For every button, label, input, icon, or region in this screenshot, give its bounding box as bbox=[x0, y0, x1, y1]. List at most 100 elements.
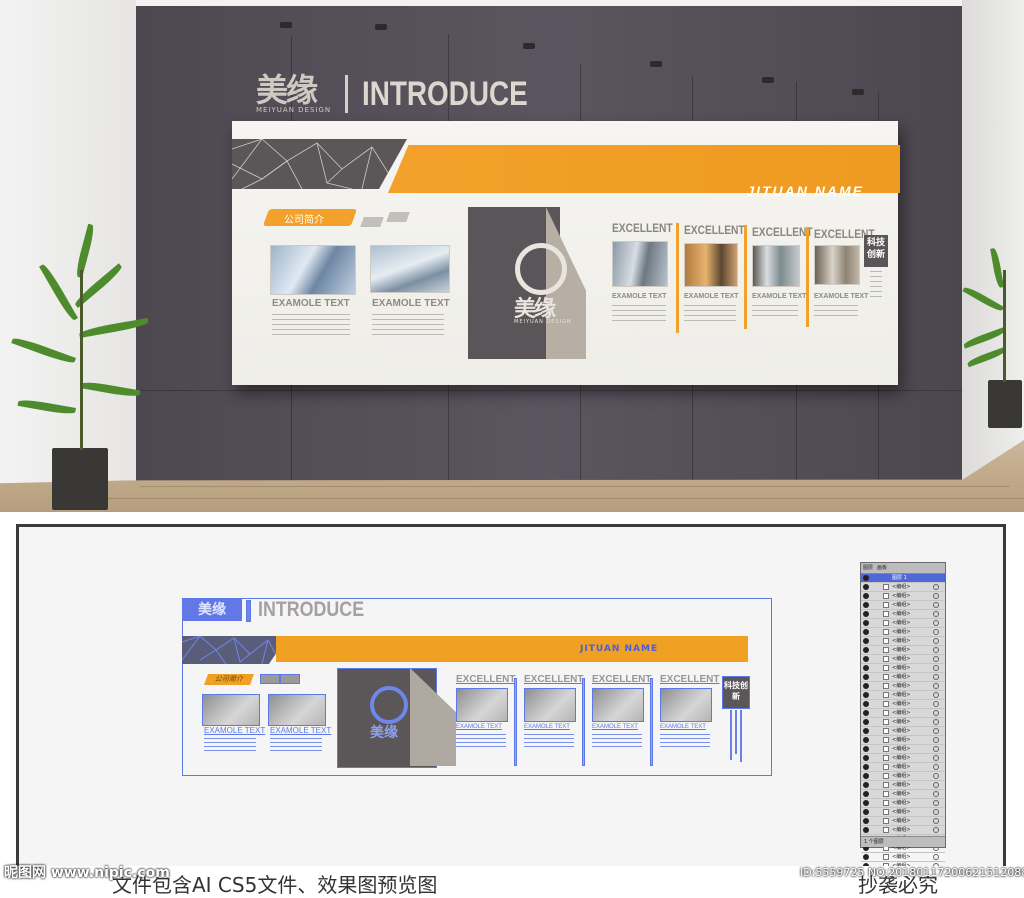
layer-row[interactable]: <编组> bbox=[861, 628, 945, 637]
visibility-eye-icon[interactable] bbox=[863, 647, 869, 653]
layer-row[interactable]: <编组> bbox=[861, 691, 945, 700]
layer-row[interactable]: <编组> bbox=[861, 763, 945, 772]
target-circle-icon[interactable] bbox=[933, 773, 939, 779]
target-circle-icon[interactable] bbox=[933, 674, 939, 680]
layer-row[interactable]: <编组> bbox=[861, 799, 945, 808]
target-circle-icon[interactable] bbox=[933, 737, 939, 743]
visibility-eye-icon[interactable] bbox=[863, 719, 869, 725]
target-circle-icon[interactable] bbox=[933, 629, 939, 635]
target-circle-icon[interactable] bbox=[933, 602, 939, 608]
visibility-eye-icon[interactable] bbox=[863, 818, 869, 824]
visibility-eye-icon[interactable] bbox=[863, 809, 869, 815]
layer-row[interactable]: <编组> bbox=[861, 619, 945, 628]
target-circle-icon[interactable] bbox=[933, 620, 939, 626]
layer-name: 图层 1 bbox=[892, 575, 907, 581]
layer-row[interactable]: <编组> bbox=[861, 682, 945, 691]
layer-row[interactable]: <编组> bbox=[861, 673, 945, 682]
layer-row-top[interactable]: 图层 1 bbox=[861, 574, 945, 583]
target-circle-icon[interactable] bbox=[933, 638, 939, 644]
layer-row[interactable]: <编组> bbox=[861, 637, 945, 646]
layer-row[interactable]: <编组> bbox=[861, 601, 945, 610]
layer-row[interactable]: <编组> bbox=[861, 808, 945, 817]
layer-name: <编组> bbox=[892, 800, 911, 806]
visibility-eye-icon[interactable] bbox=[863, 683, 869, 689]
layer-row[interactable]: <编组> bbox=[861, 826, 945, 835]
target-circle-icon[interactable] bbox=[933, 728, 939, 734]
layer-row[interactable]: <编组> bbox=[861, 772, 945, 781]
visibility-eye-icon[interactable] bbox=[863, 755, 869, 761]
visibility-eye-icon[interactable] bbox=[863, 728, 869, 734]
layer-row[interactable]: <编组> bbox=[861, 592, 945, 601]
visibility-eye-icon[interactable] bbox=[863, 656, 869, 662]
target-circle-icon[interactable] bbox=[933, 656, 939, 662]
layer-thumbnail bbox=[883, 728, 889, 734]
visibility-eye-icon[interactable] bbox=[863, 800, 869, 806]
layer-row[interactable]: <编组> bbox=[861, 727, 945, 736]
layer-row[interactable]: <编组> bbox=[861, 610, 945, 619]
visibility-eye-icon[interactable] bbox=[863, 701, 869, 707]
tab-layers[interactable]: 图层 bbox=[863, 563, 873, 573]
layer-row[interactable]: <编组> bbox=[861, 655, 945, 664]
layer-row[interactable]: <编组> bbox=[861, 790, 945, 799]
visibility-eye-icon[interactable] bbox=[863, 773, 869, 779]
visibility-eye-icon[interactable] bbox=[863, 593, 869, 599]
visibility-eye-icon[interactable] bbox=[863, 611, 869, 617]
visibility-eye-icon[interactable] bbox=[863, 782, 869, 788]
layer-name: <编组> bbox=[892, 602, 911, 608]
visibility-eye-icon[interactable] bbox=[863, 791, 869, 797]
visibility-eye-icon[interactable] bbox=[863, 629, 869, 635]
target-circle-icon[interactable] bbox=[933, 692, 939, 698]
visibility-eye-icon[interactable] bbox=[863, 584, 869, 590]
visibility-eye-icon[interactable] bbox=[863, 764, 869, 770]
layer-row[interactable]: <编组> bbox=[861, 718, 945, 727]
visibility-eye-icon[interactable] bbox=[863, 674, 869, 680]
target-circle-icon[interactable] bbox=[933, 701, 939, 707]
target-circle-icon[interactable] bbox=[933, 782, 939, 788]
layer-row[interactable]: <编组> bbox=[861, 736, 945, 745]
ceiling-light bbox=[852, 89, 864, 95]
target-circle-icon[interactable] bbox=[933, 710, 939, 716]
layer-row[interactable]: <编组> bbox=[861, 817, 945, 826]
visibility-eye-icon[interactable] bbox=[863, 827, 869, 833]
target-circle-icon[interactable] bbox=[933, 791, 939, 797]
excellent-title: EXCELLENT bbox=[752, 225, 813, 239]
target-circle-icon[interactable] bbox=[933, 611, 939, 617]
visibility-eye-icon[interactable] bbox=[863, 665, 869, 671]
layer-thumbnail bbox=[883, 638, 889, 644]
target-circle-icon[interactable] bbox=[933, 647, 939, 653]
target-circle-icon[interactable] bbox=[933, 746, 939, 752]
target-circle-icon[interactable] bbox=[933, 719, 939, 725]
target-circle-icon[interactable] bbox=[933, 827, 939, 833]
target-circle-icon[interactable] bbox=[933, 854, 939, 860]
layer-row[interactable]: <编组> bbox=[861, 853, 945, 862]
layer-row[interactable]: <编组> bbox=[861, 583, 945, 592]
visibility-eye-icon[interactable] bbox=[863, 710, 869, 716]
target-circle-icon[interactable] bbox=[933, 800, 939, 806]
visibility-eye-icon[interactable] bbox=[863, 638, 869, 644]
visibility-eye-icon[interactable] bbox=[863, 746, 869, 752]
target-circle-icon[interactable] bbox=[933, 755, 939, 761]
target-circle-icon[interactable] bbox=[933, 593, 939, 599]
layer-name: <编组> bbox=[892, 782, 911, 788]
visibility-eye-icon[interactable] bbox=[863, 737, 869, 743]
visibility-eye-icon[interactable] bbox=[863, 854, 869, 860]
target-circle-icon[interactable] bbox=[933, 818, 939, 824]
target-circle-icon[interactable] bbox=[933, 809, 939, 815]
visibility-eye-icon[interactable] bbox=[863, 692, 869, 698]
target-circle-icon[interactable] bbox=[933, 665, 939, 671]
target-circle-icon[interactable] bbox=[933, 584, 939, 590]
preview-tech-badge: 科技创新 bbox=[722, 676, 750, 709]
target-circle-icon[interactable] bbox=[933, 764, 939, 770]
visibility-eye-icon[interactable] bbox=[863, 602, 869, 608]
tab-artboards[interactable]: 画板 bbox=[877, 563, 887, 573]
layer-row[interactable]: <编组> bbox=[861, 709, 945, 718]
visibility-eye-icon[interactable] bbox=[863, 575, 869, 581]
layer-row[interactable]: <编组> bbox=[861, 646, 945, 655]
target-circle-icon[interactable] bbox=[933, 683, 939, 689]
visibility-eye-icon[interactable] bbox=[863, 620, 869, 626]
layer-row[interactable]: <编组> bbox=[861, 781, 945, 790]
layer-row[interactable]: <编组> bbox=[861, 700, 945, 709]
layer-row[interactable]: <编组> bbox=[861, 754, 945, 763]
layer-row[interactable]: <编组> bbox=[861, 664, 945, 673]
layer-row[interactable]: <编组> bbox=[861, 745, 945, 754]
